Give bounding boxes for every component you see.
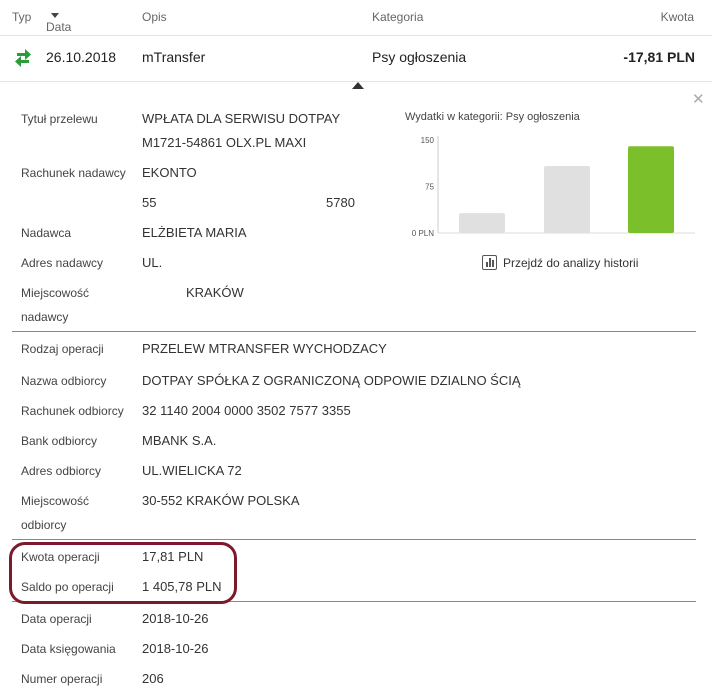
column-header-data[interactable]: Data xyxy=(46,10,71,34)
label-nadawca: Nadawca xyxy=(21,226,72,240)
value-nazwa-odbiorcy: DOTPAY SPÓŁKA Z OGRANICZONĄ ODPOWIE DZIA… xyxy=(142,373,521,388)
chart-bar xyxy=(459,213,505,233)
value-rachunek-nadawcy-part1: 55 xyxy=(142,195,157,210)
label-rachunek-nadawcy: Rachunek nadawcy xyxy=(21,166,126,180)
transaction-amount: -17,81 PLN xyxy=(623,49,695,65)
y-tick-label: 75 xyxy=(425,183,434,192)
label-tytul-przelewu: Tytuł przelewu xyxy=(21,112,98,126)
chart-bar xyxy=(628,146,674,233)
category-spending-chart: 0 PLN 75 150 xyxy=(412,136,695,238)
value-adres-odbiorcy: UL.WIELICKA 72 xyxy=(142,463,242,478)
column-header-typ: Typ xyxy=(12,10,32,24)
column-header-data-label: Data xyxy=(46,20,72,34)
table-header: Typ Data Opis Kategoria Kwota xyxy=(0,0,712,36)
transaction-row[interactable]: 26.10.2018 mTransfer Psy ogłoszenia -17,… xyxy=(0,36,712,82)
history-analysis-label: Przejdź do analizy historii xyxy=(503,255,639,270)
value-numer-operacji: 206 xyxy=(142,671,164,686)
y-tick-label: 150 xyxy=(421,136,435,145)
transfer-arrows-icon xyxy=(15,49,31,67)
value-rachunek-odbiorcy: 32 1140 2004 0000 3502 7577 3355 xyxy=(142,403,351,418)
column-header-opis: Opis xyxy=(142,10,167,24)
value-miejscowosc-odbiorcy: 30-552 KRAKÓW POLSKA xyxy=(142,493,300,508)
label-miejscowosc-nadawcy-2: nadawcy xyxy=(21,310,69,324)
transaction-category: Psy ogłoszenia xyxy=(372,49,467,65)
divider xyxy=(12,331,696,332)
label-data-ksiegowania: Data księgowania xyxy=(21,642,116,656)
value-bank-odbiorcy: MBANK S.A. xyxy=(142,433,217,448)
label-adres-nadawcy: Adres nadawcy xyxy=(21,256,104,270)
transaction-date: 26.10.2018 xyxy=(46,49,117,65)
chart-bar xyxy=(544,166,590,233)
label-nazwa-odbiorcy: Nazwa odbiorcy xyxy=(21,374,107,388)
value-tytul-line2: M1721-54861 OLX.PL MAXI xyxy=(142,135,307,150)
chart-title: Wydatki w kategorii: Psy ogłoszenia xyxy=(405,111,580,123)
bar-chart-icon xyxy=(482,255,497,270)
label-rodzaj-operacji: Rodzaj operacji xyxy=(21,342,104,356)
history-analysis-link[interactable]: Przejdź do analizy historii xyxy=(482,255,638,270)
label-miejscowosc-nadawcy-1: Miejscowość xyxy=(21,286,90,300)
label-miejscowosc-odbiorcy-1: Miejscowość xyxy=(21,494,90,508)
value-nadawca: ELŻBIETA MARIA xyxy=(142,225,247,240)
value-rachunek-nadawcy-part2: 5780 xyxy=(326,195,355,210)
value-rachunek-nadawcy-name: EKONTO xyxy=(142,165,197,180)
sort-desc-icon[interactable] xyxy=(51,13,59,19)
close-icon[interactable]: ✕ xyxy=(692,92,705,107)
column-header-kategoria: Kategoria xyxy=(372,10,424,24)
value-adres-nadawcy: UL. xyxy=(142,255,163,270)
details-pointer xyxy=(352,82,364,89)
column-header-kwota: Kwota xyxy=(660,10,694,24)
label-rachunek-odbiorcy: Rachunek odbiorcy xyxy=(21,404,124,418)
value-miejscowosc-nadawcy: KRAKÓW xyxy=(186,285,244,300)
transaction-description: mTransfer xyxy=(142,49,206,65)
value-data-operacji: 2018-10-26 xyxy=(142,611,209,626)
label-numer-operacji: Numer operacji xyxy=(21,672,103,686)
highlight-annotation xyxy=(9,542,237,604)
value-data-ksiegowania: 2018-10-26 xyxy=(142,641,209,656)
label-miejscowosc-odbiorcy-2: odbiorcy xyxy=(21,518,67,532)
label-data-operacji: Data operacji xyxy=(21,612,92,626)
value-tytul-line1: WPŁATA DLA SERWISU DOTPAY xyxy=(142,111,341,126)
label-adres-odbiorcy: Adres odbiorcy xyxy=(21,464,102,478)
y-tick-label: 0 PLN xyxy=(412,229,434,238)
value-rodzaj-operacji: PRZELEW MTRANSFER WYCHODZACY xyxy=(142,341,387,356)
divider xyxy=(12,539,696,540)
label-bank-odbiorcy: Bank odbiorcy xyxy=(21,434,98,448)
